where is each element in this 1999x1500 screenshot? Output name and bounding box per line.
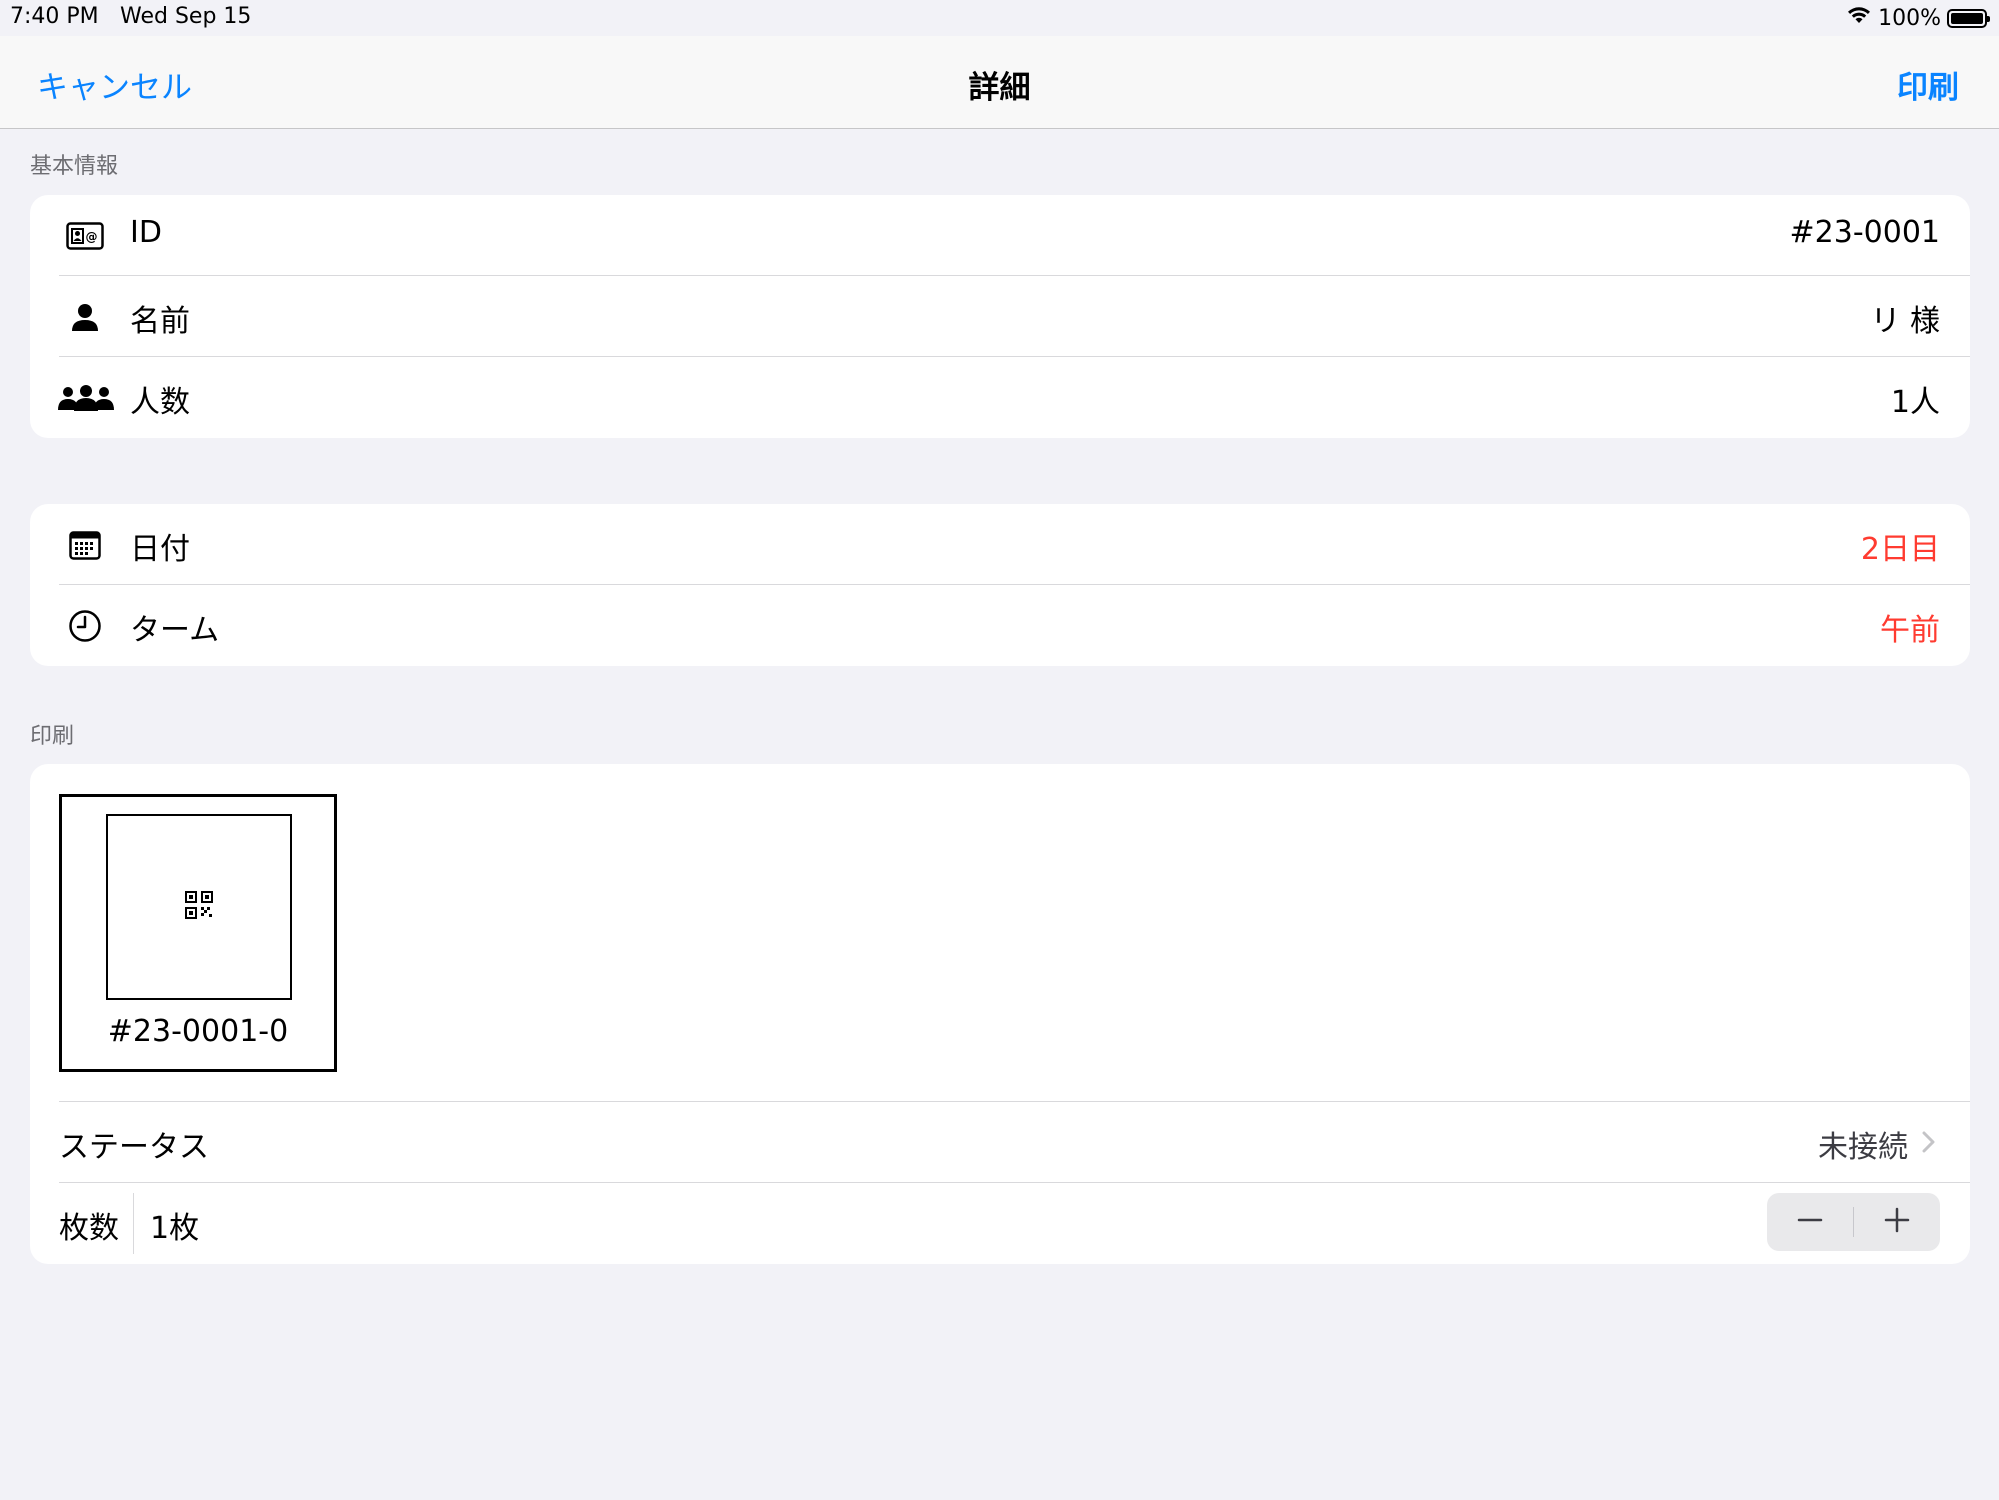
date-value: 2日目 — [1860, 532, 1940, 567]
battery-icon — [1947, 8, 1990, 28]
count-divider — [133, 1193, 134, 1254]
name-value: リ 様 — [1870, 304, 1940, 339]
schedule-card: 日付 2日目 ターム 午前 — [30, 504, 1970, 666]
party-size-value: 1人 — [1890, 385, 1940, 420]
person-icon — [64, 296, 106, 338]
qr-frame — [106, 814, 292, 1000]
id-value: #23-0001 — [1789, 215, 1940, 250]
count-row: 枚数 1枚 — [30, 1183, 1970, 1264]
plus-icon — [1883, 1206, 1911, 1238]
term-row: ターム 午前 — [30, 585, 1970, 666]
status-time: 7:40 PM — [10, 4, 99, 29]
label-preview: #23-0001-0 — [59, 794, 337, 1072]
count-stepper[interactable] — [1767, 1193, 1940, 1251]
wifi-icon — [1846, 5, 1872, 31]
term-label: ターム — [130, 613, 220, 648]
section-header-print: 印刷 — [30, 724, 75, 749]
qrcode-icon — [184, 890, 214, 924]
date-label: 日付 — [130, 532, 190, 567]
minus-icon — [1796, 1206, 1824, 1238]
status-date: Wed Sep 15 — [120, 4, 252, 29]
navigation-bar: キャンセル 詳細 印刷 — [0, 36, 1999, 129]
status-bar: 7:40 PM Wed Sep 15 100% — [0, 0, 1999, 36]
label-preview-area: #23-0001-0 — [30, 764, 1970, 1102]
party-size-label: 人数 — [130, 385, 190, 420]
name-label: 名前 — [130, 304, 190, 339]
id-card-icon: @ — [64, 215, 106, 257]
status-value: 未接続 — [1818, 1130, 1908, 1165]
status-label: ステータス — [59, 1130, 209, 1165]
party-size-row: 人数 1人 — [30, 357, 1970, 438]
print-card: #23-0001-0 ステータス 未接続 枚数 1枚 — [30, 764, 1970, 1264]
term-value: 午前 — [1880, 613, 1940, 648]
page-title: 詳細 — [968, 70, 1031, 106]
clock-icon — [64, 605, 106, 647]
basic-info-card: @ ID #23-0001 名前 リ 様 人数 1人 — [30, 195, 1970, 438]
id-row: @ ID #23-0001 — [30, 195, 1970, 276]
id-label: ID — [130, 215, 162, 250]
status-right: 100% — [1846, 4, 1990, 32]
name-row: 名前 リ 様 — [30, 276, 1970, 357]
count-value: 1枚 — [150, 1211, 200, 1246]
print-button[interactable]: 印刷 — [1897, 62, 1959, 107]
calendar-icon — [64, 524, 106, 566]
label-code: #23-0001-0 — [107, 1014, 289, 1049]
chevron-right-icon — [1916, 1130, 1940, 1154]
people-icon — [56, 377, 116, 419]
section-header-basic-info: 基本情報 — [30, 154, 119, 179]
battery-percent: 100% — [1878, 5, 1941, 31]
status-row[interactable]: ステータス 未接続 — [30, 1102, 1970, 1183]
decrement-button[interactable] — [1767, 1193, 1853, 1251]
count-label: 枚数 — [59, 1211, 119, 1246]
date-row: 日付 2日目 — [30, 504, 1970, 585]
increment-button[interactable] — [1854, 1193, 1940, 1251]
svg-text:@: @ — [86, 230, 98, 244]
